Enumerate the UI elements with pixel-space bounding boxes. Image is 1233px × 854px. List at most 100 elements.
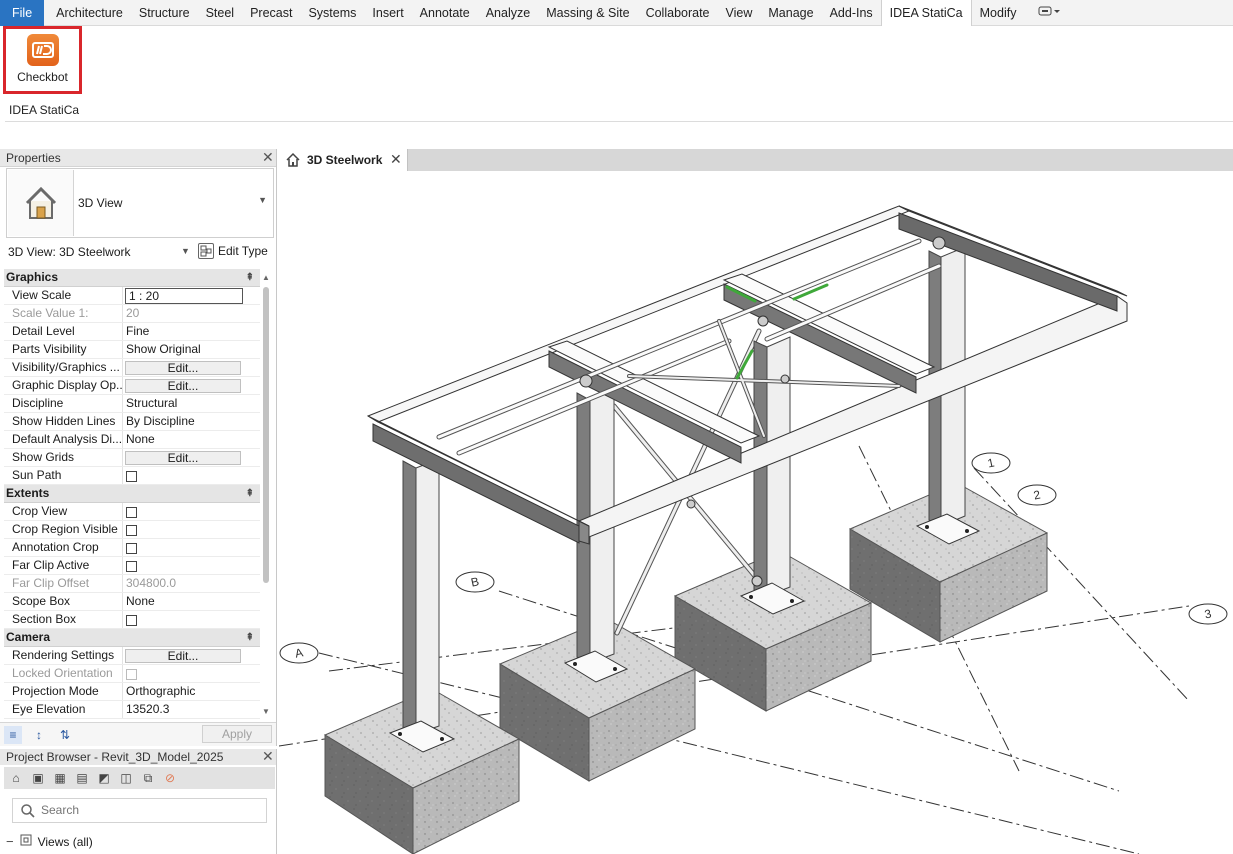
- close-icon[interactable]: ✕: [262, 149, 274, 166]
- tab-architecture[interactable]: Architecture: [48, 0, 131, 26]
- checkbox-cell[interactable]: [123, 503, 260, 520]
- tree-item-views[interactable]: − Views (all): [6, 833, 93, 850]
- sheets-icon[interactable]: ▦: [51, 769, 69, 787]
- families-icon[interactable]: ◩: [95, 769, 113, 787]
- property-row: Show Grids Edit...: [4, 449, 260, 467]
- checkbox-cell[interactable]: [123, 467, 260, 484]
- revit-links-icon[interactable]: ⊘: [161, 769, 179, 787]
- search-input[interactable]: [41, 803, 251, 817]
- checkbox[interactable]: [126, 525, 137, 536]
- property-row: View Scale 1 : 20: [4, 287, 260, 305]
- tab-analyze[interactable]: Analyze: [478, 0, 538, 26]
- checkbox[interactable]: [126, 507, 137, 518]
- checkbox-cell[interactable]: [123, 557, 260, 574]
- tab-steel[interactable]: Steel: [198, 0, 243, 26]
- edit-button-label[interactable]: Edit...: [125, 361, 241, 375]
- group-label: Extents: [6, 486, 50, 500]
- instance-filter-label[interactable]: 3D View: 3D Steelwork: [8, 245, 131, 259]
- home-icon: [285, 152, 301, 171]
- tab-insert[interactable]: Insert: [364, 0, 411, 26]
- checkbox[interactable]: [126, 471, 137, 482]
- checkbox-cell[interactable]: [123, 539, 260, 556]
- 3d-viewport[interactable]: A B 1 2 3: [279, 171, 1233, 854]
- panel-toggle-icon[interactable]: [1024, 0, 1074, 26]
- collapse-minus-icon[interactable]: −: [6, 834, 14, 849]
- group-graphics[interactable]: Graphics ⇞: [4, 269, 260, 287]
- property-row: Parts Visibility Show Original: [4, 341, 260, 359]
- edit-button[interactable]: Edit...: [123, 647, 260, 664]
- property-value[interactable]: Show Original: [123, 341, 260, 358]
- value-input[interactable]: 1 : 20: [123, 287, 260, 304]
- collapse-icon[interactable]: ⇞: [246, 629, 254, 646]
- tree-item-label: Views (all): [37, 834, 93, 849]
- edit-button-label[interactable]: Edit...: [125, 451, 241, 465]
- edit-button[interactable]: Edit...: [123, 359, 260, 376]
- checkbot-label: Checkbot: [17, 70, 68, 84]
- tab-view[interactable]: View: [718, 0, 761, 26]
- tab-structure[interactable]: Structure: [131, 0, 198, 26]
- checkbox-cell[interactable]: [123, 521, 260, 538]
- categorized-icon[interactable]: ≡: [4, 726, 22, 744]
- tab-precast[interactable]: Precast: [242, 0, 300, 26]
- group-extents[interactable]: Extents ⇞: [4, 485, 260, 503]
- group-camera[interactable]: Camera ⇞: [4, 629, 260, 647]
- checkbox[interactable]: [126, 561, 137, 572]
- sort-descending-icon[interactable]: ⇅: [56, 726, 74, 744]
- home-icon[interactable]: ⌂: [7, 769, 25, 787]
- value-input-text[interactable]: 1 : 20: [125, 288, 243, 304]
- checkbox[interactable]: [126, 615, 137, 626]
- groups-icon[interactable]: ◫: [117, 769, 135, 787]
- property-row: Graphic Display Op... Edit...: [4, 377, 260, 395]
- close-icon[interactable]: ✕: [390, 151, 402, 168]
- close-icon[interactable]: ✕: [262, 748, 274, 765]
- property-value[interactable]: None: [123, 431, 260, 448]
- chevron-down-icon[interactable]: ▼: [258, 195, 267, 205]
- apply-button[interactable]: Apply: [202, 725, 272, 743]
- scrollbar-thumb[interactable]: [263, 287, 269, 583]
- edit-button[interactable]: Edit...: [123, 449, 260, 466]
- tab-massing-site[interactable]: Massing & Site: [538, 0, 637, 26]
- edit-type-button[interactable]: Edit Type: [198, 243, 268, 259]
- property-value[interactable]: Fine: [123, 323, 260, 340]
- property-row: Section Box: [4, 611, 260, 629]
- property-row: Eye Elevation 13520.3: [4, 701, 260, 719]
- sort-ascending-icon[interactable]: ↕: [30, 726, 48, 744]
- collapse-icon[interactable]: ⇞: [246, 485, 254, 502]
- search-box[interactable]: [12, 798, 267, 823]
- tab-idea-statica[interactable]: IDEA StatiCa: [880, 0, 972, 27]
- checkbox[interactable]: [126, 543, 137, 554]
- property-value[interactable]: Structural: [123, 395, 260, 412]
- property-name: Far Clip Offset: [4, 575, 123, 592]
- edit-button[interactable]: Edit...: [123, 377, 260, 394]
- instance-filter[interactable]: 3D View: 3D Steelwork ▼ Edit Type: [6, 242, 274, 262]
- property-value[interactable]: None: [123, 593, 260, 610]
- edit-button-label[interactable]: Edit...: [125, 649, 241, 663]
- property-row: Show Hidden Lines By Discipline: [4, 413, 260, 431]
- property-name: Graphic Display Op...: [4, 377, 123, 394]
- views-icon[interactable]: ▣: [29, 769, 47, 787]
- checkbot-button[interactable]: Checkbot: [3, 26, 82, 94]
- type-selector[interactable]: 3D View ▼: [6, 168, 274, 238]
- properties-scrollbar[interactable]: ▲ ▼: [262, 273, 270, 716]
- tab-add-ins[interactable]: Add-Ins: [822, 0, 881, 26]
- collapse-icon[interactable]: ⇞: [246, 269, 254, 286]
- edit-button-label[interactable]: Edit...: [125, 379, 241, 393]
- property-value[interactable]: Orthographic: [123, 683, 260, 700]
- tab-modify[interactable]: Modify: [972, 0, 1025, 26]
- tab-3d-steelwork[interactable]: 3D Steelwork ✕: [279, 149, 408, 171]
- tab-collaborate[interactable]: Collaborate: [638, 0, 718, 26]
- tab-annotate[interactable]: Annotate: [412, 0, 478, 26]
- scroll-up-icon[interactable]: ▲: [262, 273, 270, 282]
- scroll-down-icon[interactable]: ▼: [262, 707, 270, 716]
- property-value[interactable]: By Discipline: [123, 413, 260, 430]
- tab-manage[interactable]: Manage: [760, 0, 821, 26]
- view-tab-label: 3D Steelwork: [307, 153, 383, 167]
- property-value[interactable]: 13520.3: [123, 701, 260, 718]
- checkbox-cell[interactable]: [123, 611, 260, 628]
- tab-file[interactable]: File: [0, 0, 45, 26]
- tab-systems[interactable]: Systems: [300, 0, 364, 26]
- schedules-icon[interactable]: ▤: [73, 769, 91, 787]
- links-icon[interactable]: ⧉: [139, 769, 157, 787]
- property-row: Far Clip Active: [4, 557, 260, 575]
- chevron-down-icon[interactable]: ▼: [181, 246, 190, 256]
